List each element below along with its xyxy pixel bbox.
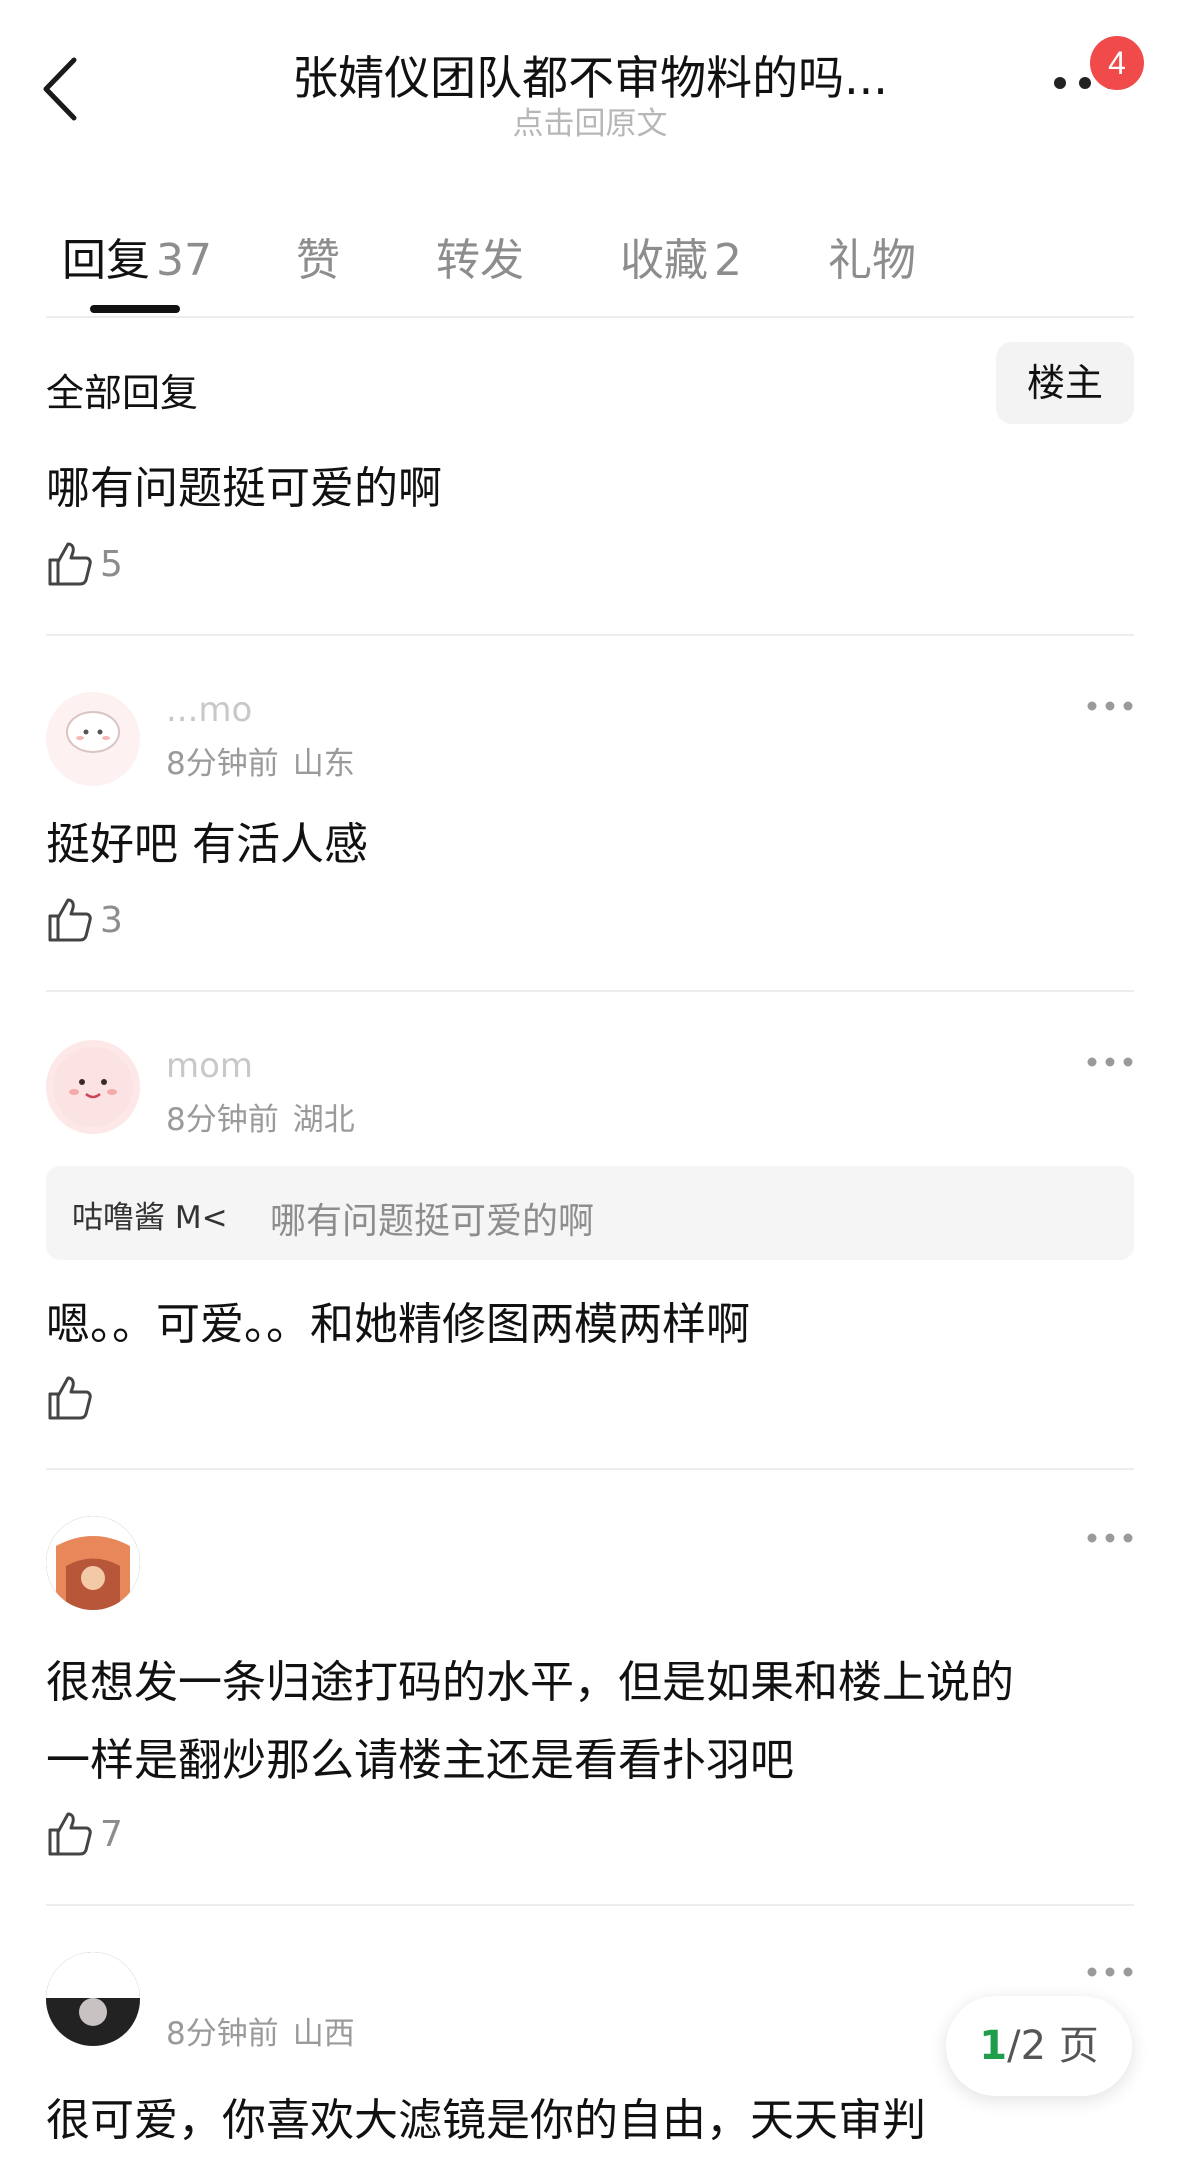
tab-favorites[interactable]: 收藏 2: [620, 224, 742, 288]
comment-5-meta: 8分钟前 山西: [166, 2008, 355, 2053]
comment-2-avatar[interactable]: [46, 692, 140, 786]
page-indicator[interactable]: 1/2 页: [946, 1996, 1132, 2096]
back-arrow-icon: [43, 57, 77, 121]
thumbs-up-icon: [48, 898, 92, 942]
comment-3-location: 湖北: [292, 1102, 355, 1138]
comment-1-like-count: 5: [100, 544, 123, 585]
tab-replies[interactable]: 回复 37: [62, 224, 212, 288]
page-current: 1: [979, 2023, 1008, 2069]
comment-3-avatar[interactable]: [46, 1040, 140, 1134]
comment-divider: [46, 1468, 1134, 1470]
quoted-reply-text: 哪有问题挺可爱的啊: [270, 1201, 595, 1242]
comment-2-meta: 8分钟前 山东: [166, 738, 355, 783]
comment-3-like-button[interactable]: [46, 1374, 94, 1424]
tabs-divider: [46, 316, 1134, 318]
more-dots-icon: [1087, 1533, 1133, 1543]
tab-reposts-label: 转发: [436, 235, 524, 286]
page-total: /2 页: [1007, 2023, 1099, 2069]
thumbs-up-icon: [48, 1376, 92, 1420]
comment-2-location: 山东: [292, 746, 355, 782]
comment-2-more-button[interactable]: [1086, 698, 1134, 712]
comment-4-like-button[interactable]: [46, 1810, 94, 1860]
more-dots-icon: [1087, 1967, 1133, 1977]
comment-3-text: 嗯。。可爱。。和她精修图两模两样啊: [46, 1299, 750, 1350]
comment-3-time: 8分钟前: [166, 1102, 279, 1138]
comment-5-text: 很可爱，你喜欢大滤镜是你的自由，天天审判: [46, 2095, 926, 2146]
thumbs-up-icon: [48, 1812, 92, 1856]
comment-4-text-line2: 一样是翻炒那么请楼主还是看看扑羽吧: [46, 1735, 794, 1786]
back-button[interactable]: [40, 56, 80, 122]
comment-5-time: 8分钟前: [166, 2016, 279, 2052]
comment-1-text: 哪有问题挺可爱的啊: [46, 463, 442, 514]
comment-3-meta: 8分钟前 湖北: [166, 1094, 355, 1139]
comment-divider: [46, 634, 1134, 636]
comment-5-more-button[interactable]: [1086, 1964, 1134, 1978]
comment-3-more-button[interactable]: [1086, 1054, 1134, 1068]
comment-4-avatar[interactable]: [46, 1516, 140, 1610]
comment-2-text: 挺好吧 有活人感: [46, 819, 368, 870]
comment-2-like-button[interactable]: [46, 896, 94, 946]
comment-2-time: 8分钟前: [166, 746, 279, 782]
comment-5-avatar[interactable]: [46, 1952, 140, 2046]
comment-1-like-button[interactable]: [46, 540, 94, 590]
tab-gifts-label: 礼物: [828, 235, 916, 286]
notification-badge: 4: [1090, 36, 1144, 90]
comment-2-username[interactable]: ...mo: [166, 690, 252, 730]
more-dots-icon: [1087, 1057, 1133, 1067]
comment-5-location: 山西: [292, 2016, 355, 2052]
all-replies-label: 全部回复: [46, 371, 199, 415]
back-to-original-link[interactable]: 点击回原文: [220, 98, 960, 143]
more-dots-icon: [1087, 701, 1133, 711]
tab-likes[interactable]: 赞: [296, 224, 340, 288]
op-only-button[interactable]: 楼主: [996, 342, 1134, 424]
thumbs-up-icon: [48, 542, 92, 586]
tab-replies-count: 37: [156, 235, 212, 286]
comment-4-like-count: 7: [100, 1814, 123, 1855]
tab-reposts[interactable]: 转发: [436, 224, 524, 288]
comment-divider: [46, 990, 1134, 992]
tab-favorites-count: 2: [714, 235, 742, 286]
comment-4-text-line1: 很想发一条归途打码的水平，但是如果和楼上说的: [46, 1657, 1014, 1708]
active-tab-indicator: [90, 305, 180, 313]
comment-divider: [46, 1904, 1134, 1906]
comment-4-more-button[interactable]: [1086, 1530, 1134, 1544]
tab-favorites-label: 收藏: [620, 235, 708, 286]
comment-2-like-count: 3: [100, 900, 123, 941]
tab-likes-label: 赞: [296, 235, 340, 286]
tab-replies-label: 回复: [62, 235, 150, 286]
tab-gifts[interactable]: 礼物: [828, 224, 916, 288]
quoted-reply-author: 咕噜酱 M<: [72, 1200, 228, 1236]
comment-3-username[interactable]: mom: [166, 1046, 253, 1086]
